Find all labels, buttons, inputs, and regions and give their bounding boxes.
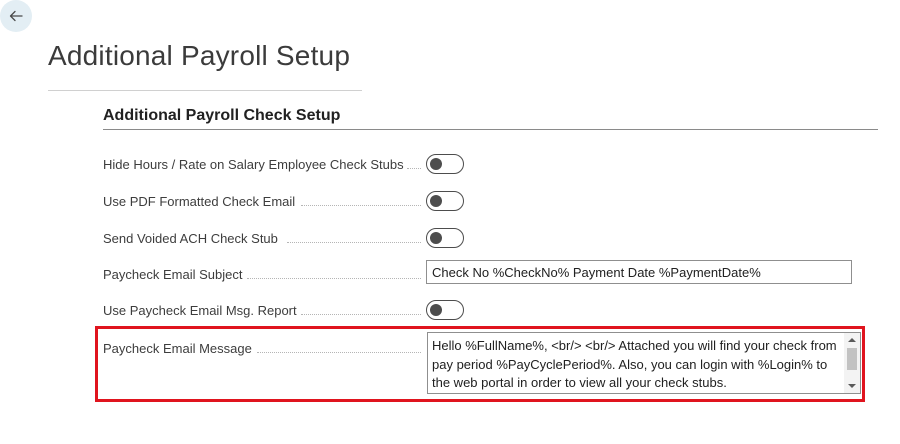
leader-dots	[301, 314, 421, 315]
field-label: Use Paycheck Email Msg. Report	[103, 303, 297, 318]
highlight-annotation-box	[95, 326, 865, 402]
title-divider	[48, 90, 362, 91]
back-arrow-icon	[9, 10, 23, 22]
email-subject-input[interactable]: Check No %CheckNo% Payment Date %Payment…	[426, 260, 852, 284]
toggle-knob	[430, 158, 442, 170]
leader-dots	[301, 205, 421, 206]
section-divider	[103, 129, 878, 130]
leader-dots	[247, 278, 421, 279]
pdf-email-toggle[interactable]	[426, 191, 464, 211]
hide-hours-toggle[interactable]	[426, 154, 464, 174]
page-title: Additional Payroll Setup	[48, 40, 351, 71]
field-row-email-subject: Paycheck Email Subject Check No %CheckNo…	[103, 260, 863, 287]
field-label: Send Voided ACH Check Stub	[103, 231, 278, 246]
toggle-knob	[430, 195, 442, 207]
field-label: Use PDF Formatted Check Email	[103, 194, 296, 209]
field-row-email-msg-report: Use Paycheck Email Msg. Report	[103, 299, 863, 323]
field-row-voided-ach: Send Voided ACH Check Stub	[103, 227, 863, 251]
toggle-knob	[430, 304, 442, 316]
field-row-pdf-email: Use PDF Formatted Check Email	[103, 190, 863, 214]
leader-dots	[407, 168, 421, 169]
leader-dots	[287, 242, 421, 243]
field-label: Paycheck Email Subject	[103, 267, 243, 282]
field-label: Hide Hours / Rate on Salary Employee Che…	[103, 157, 404, 172]
email-msg-report-toggle[interactable]	[426, 300, 464, 320]
toggle-knob	[430, 232, 442, 244]
section-title: Additional Payroll Check Setup	[103, 107, 341, 124]
field-row-hide-hours: Hide Hours / Rate on Salary Employee Che…	[103, 153, 863, 177]
voided-ach-toggle[interactable]	[426, 228, 464, 248]
back-button[interactable]	[0, 0, 32, 32]
payroll-setup-page: Additional Payroll Setup Additional Payr…	[0, 0, 900, 444]
